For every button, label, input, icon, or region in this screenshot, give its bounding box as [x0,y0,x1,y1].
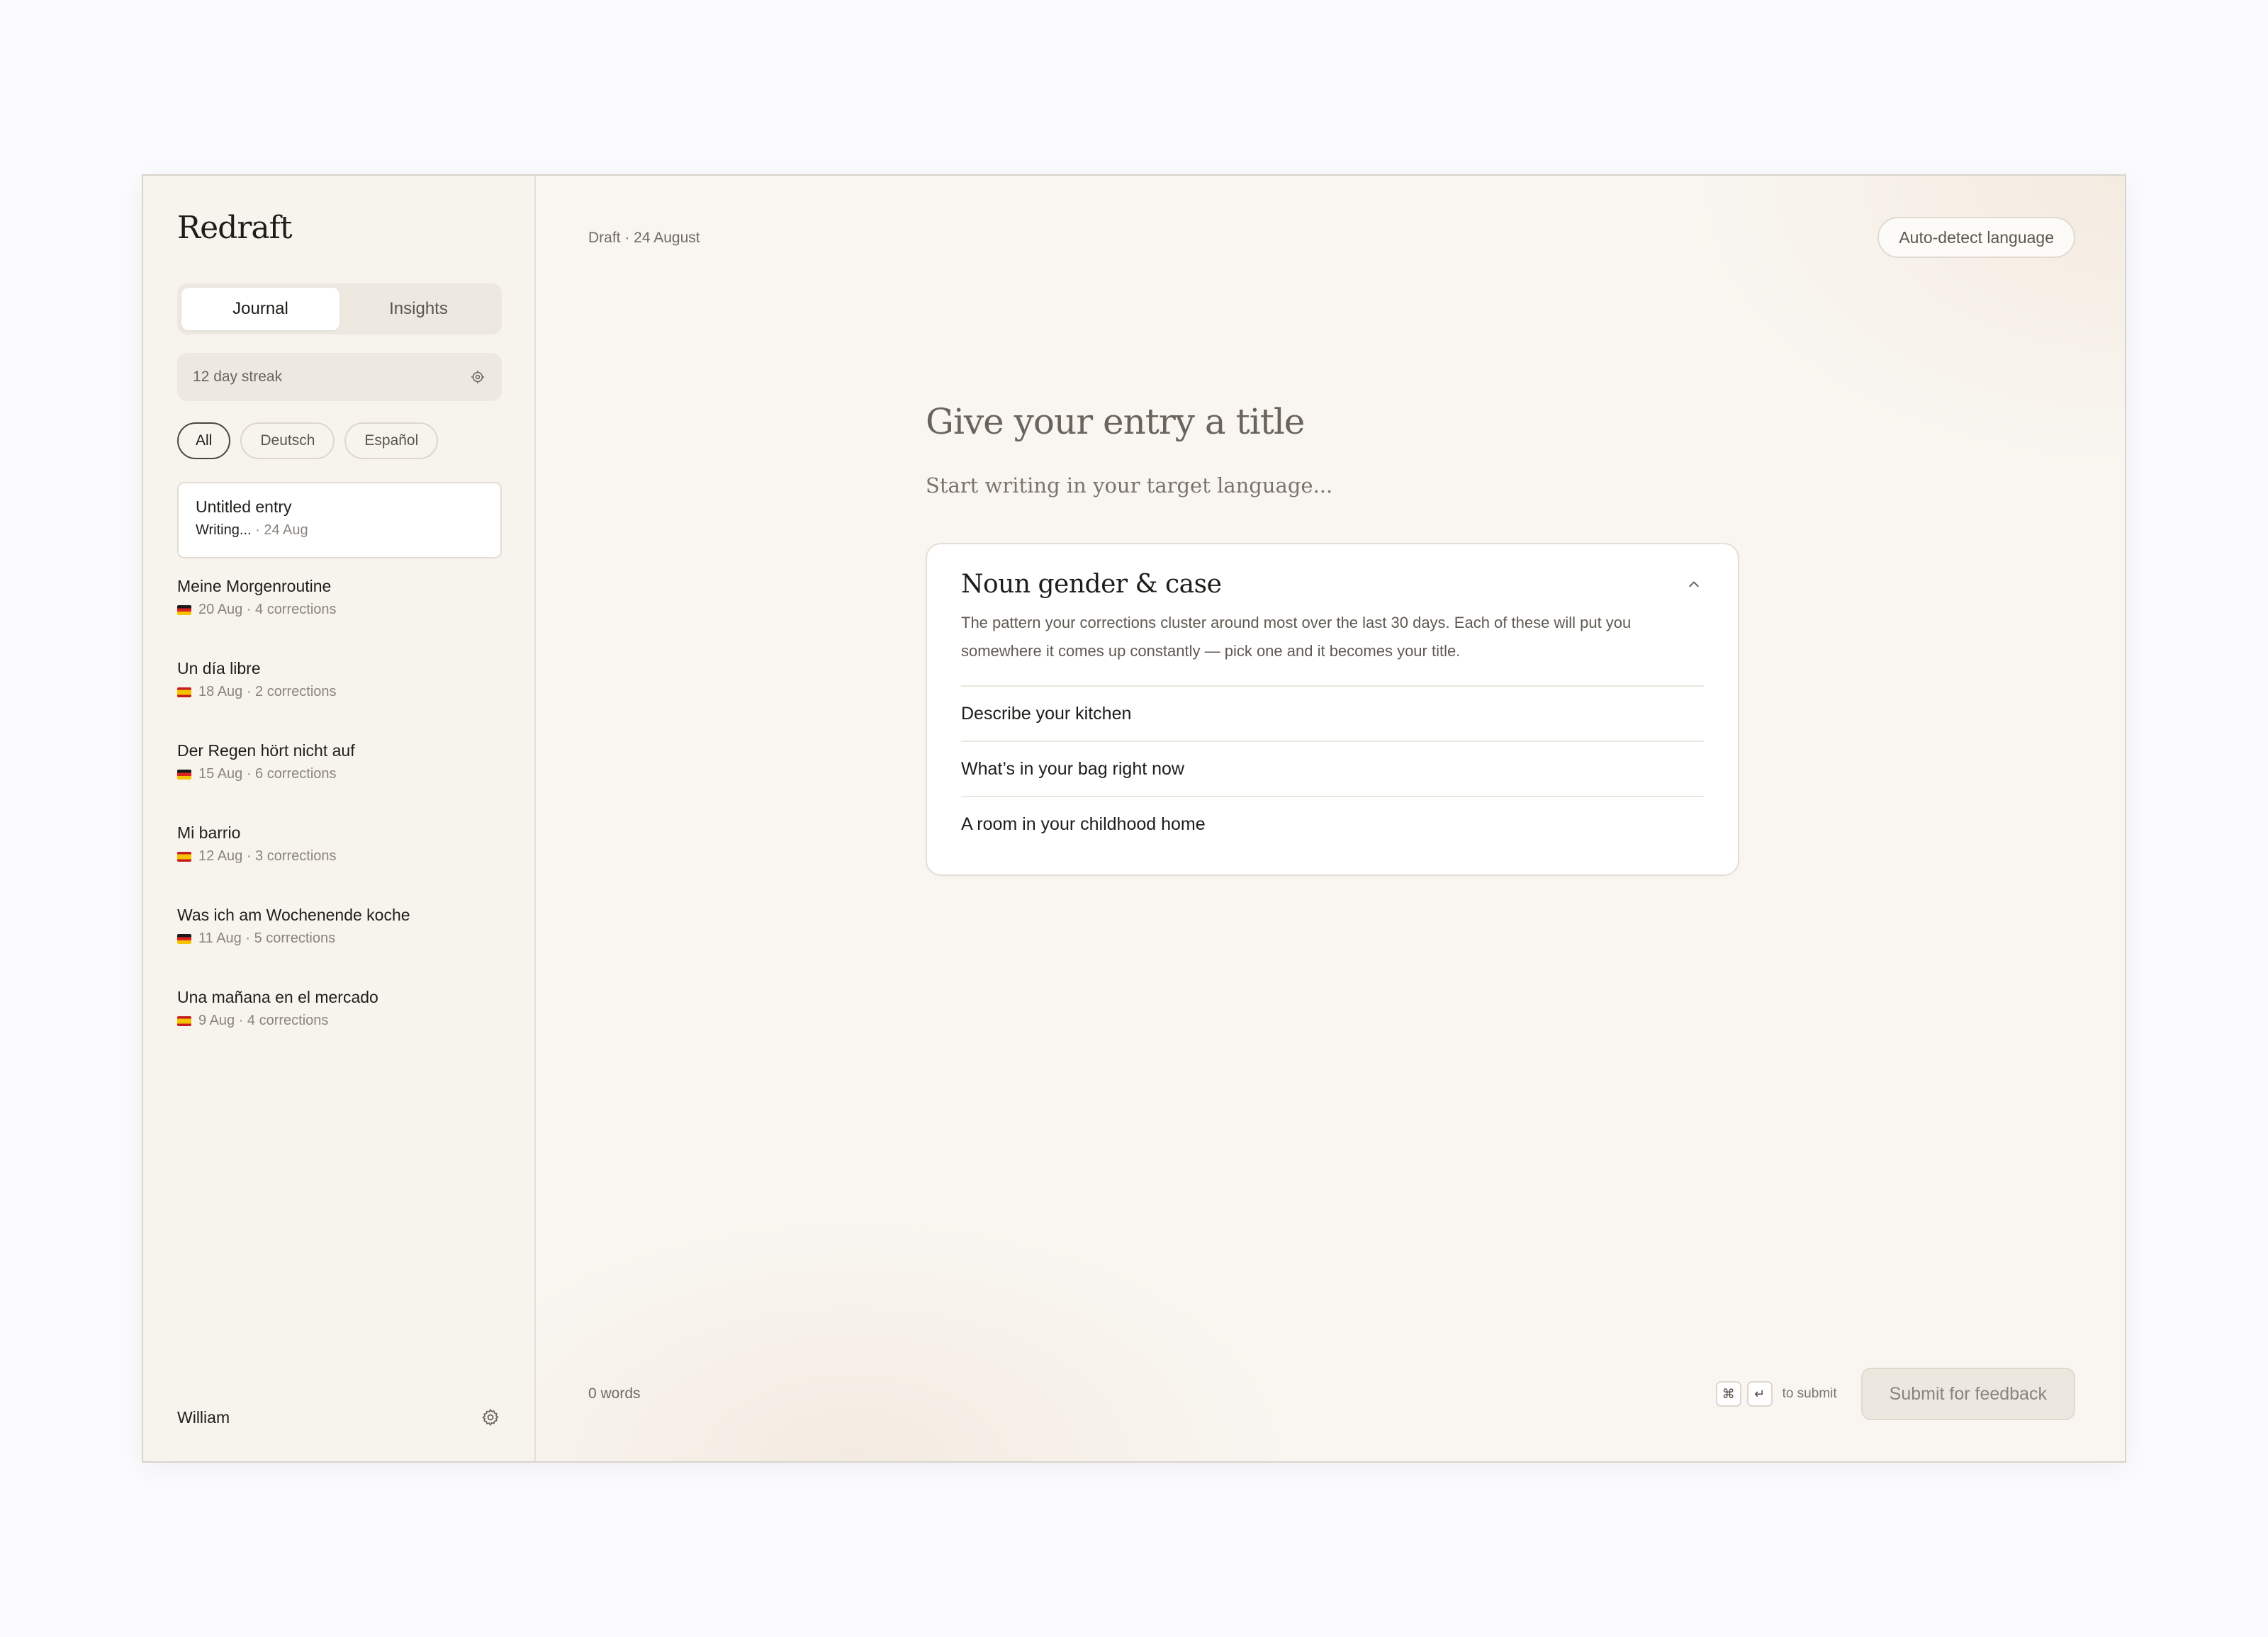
entry-meta: 9 Aug · 4 corrections [198,1013,329,1028]
list-item[interactable]: Der Regen hört nicht auf 15 Aug · 6 corr… [177,741,502,823]
list-item[interactable]: Mi barrio 12 Aug · 3 corrections [177,823,502,906]
submit-for-feedback-button[interactable]: Submit for feedback [1860,1368,2075,1420]
editor-pane: Draft · 24 August Auto-detect language N… [536,176,2125,1461]
german-flag-icon [177,933,191,944]
entry-title: Una mañana en el mercado [177,988,378,1006]
german-flag-icon [177,769,191,780]
german-flag-icon [177,604,191,615]
entry-meta: 15 Aug · 6 corrections [198,766,337,782]
prompt-card-title: Noun gender & case [961,570,1222,599]
entry-title: Mi barrio [177,823,241,842]
word-count: 0 words [588,1385,641,1402]
badge-icon [469,369,486,386]
suggestion-item[interactable]: A room in your childhood home [961,796,1704,851]
spanish-flag-icon [177,687,191,697]
entry-meta: 12 Aug · 3 corrections [198,848,337,864]
streak-label: 12 day streak [193,369,283,385]
suggestion-item[interactable]: Describe your kitchen [961,685,1704,741]
entry-title: Der Regen hört nicht auf [177,741,355,760]
draft-label: Draft · 24 August [588,230,700,246]
prompt-card-description: The pattern your corrections cluster aro… [961,614,1632,660]
prompt-card: Noun gender & case The pattern your corr… [926,543,1739,876]
command-key-icon: ⌘ [1715,1381,1741,1407]
filter-all[interactable]: All [177,422,231,459]
app-window: Redraft Journal Insights 12 day streak A… [142,174,2126,1463]
entry-meta: 11 Aug · 5 corrections [198,930,336,946]
title-input[interactable] [926,401,1741,442]
current-entry[interactable]: Untitled entry Writing... · 24 Aug [177,482,502,558]
user-name[interactable]: William [177,1408,230,1427]
entry-meta: 18 Aug · 2 corrections [198,684,337,699]
language-filters: All Deutsch Español [177,422,439,459]
entry-title: Was ich am Wochenende koche [177,906,410,924]
auto-detect-language-button[interactable]: Auto-detect language [1877,217,2075,258]
entry-list: Meine Morgenroutine 20 Aug · 4 correctio… [177,577,502,1070]
streak-indicator: 12 day streak [177,353,502,401]
gear-icon[interactable] [481,1407,500,1427]
editor-footer: 0 words ⌘ ↵ to submit Submit for feedbac… [588,1368,2075,1420]
current-entry-meta: Writing... · 24 Aug [196,522,483,539]
list-item[interactable]: Meine Morgenroutine 20 Aug · 4 correctio… [177,577,502,659]
view-switcher: Journal Insights [177,283,502,334]
spanish-flag-icon [177,1016,191,1026]
list-item[interactable]: Una mañana en el mercado 9 Aug · 4 corre… [177,988,502,1070]
tab-journal[interactable]: Journal [181,288,339,330]
spanish-flag-icon [177,851,191,862]
filter-espanol[interactable]: Español [344,422,439,459]
app-logo: Redraft [177,210,293,246]
chevron-up-icon[interactable] [1684,575,1704,595]
suggestion-item[interactable]: What’s in your bag right now [961,741,1704,796]
tab-insights[interactable]: Insights [339,288,498,330]
current-entry-title: Untitled entry [196,497,292,516]
entry-title: Un día libre [177,659,261,677]
sidebar: Redraft Journal Insights 12 day streak A… [143,176,536,1461]
current-entry-date: · 24 Aug [255,522,308,538]
keyboard-shortcut-hint: ⌘ ↵ to submit [1715,1381,1837,1407]
filter-deutsch[interactable]: Deutsch [240,422,335,459]
entry-title: Meine Morgenroutine [177,577,332,595]
list-item[interactable]: Un día libre 18 Aug · 2 corrections [177,659,502,741]
enter-key-icon: ↵ [1746,1381,1773,1407]
body-input[interactable] [926,473,1741,497]
user-row: William [177,1407,500,1427]
suggestion-list: Describe your kitchen What’s in your bag… [961,685,1704,851]
entry-meta: 20 Aug · 4 corrections [198,602,337,617]
shortcut-label: to submit [1782,1386,1837,1401]
current-entry-status: Writing... [196,522,252,538]
list-item[interactable]: Was ich am Wochenende koche 11 Aug · 5 c… [177,906,502,988]
